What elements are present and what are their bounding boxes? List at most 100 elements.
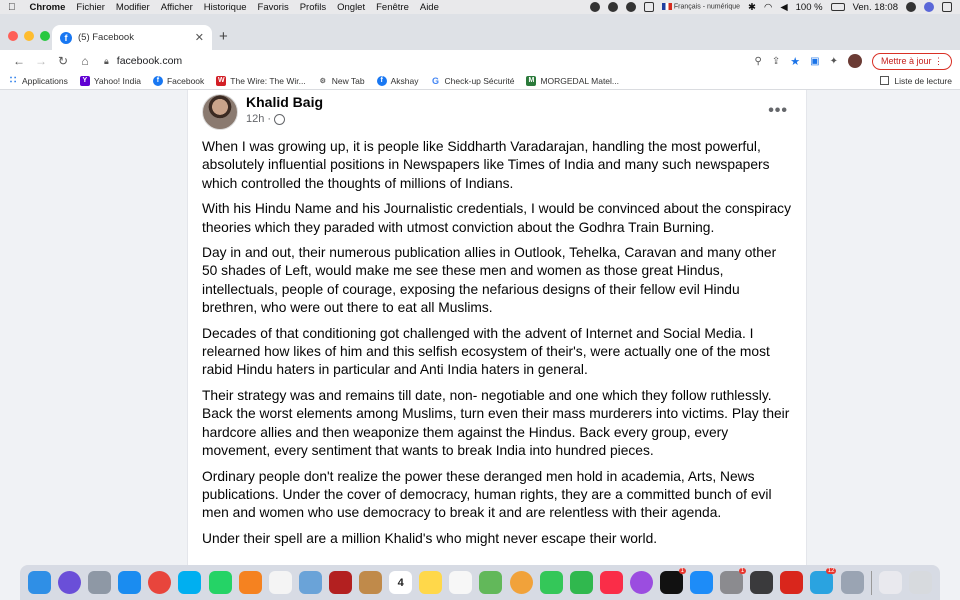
launchpad-icon[interactable] (88, 571, 112, 594)
bookmark-applications[interactable]: ∷ Applications (8, 75, 68, 86)
input-source[interactable]: Français - numérique (661, 3, 740, 11)
telegram-icon[interactable]: 12 (810, 568, 837, 594)
menu-app-name[interactable]: Chrome (30, 2, 66, 13)
tab-title: (5) Facebook (78, 32, 134, 43)
lock-icon[interactable]: 🔒︎ (104, 56, 109, 67)
menu-fichier[interactable]: Fichier (76, 2, 105, 13)
morgedal-icon: M (526, 75, 537, 86)
extension-icon[interactable]: ▣ (810, 56, 819, 67)
calendar-icon[interactable]: 4 (389, 571, 413, 594)
globe-icon[interactable] (274, 113, 286, 125)
minimize-window-button[interactable] (24, 31, 34, 41)
music-icon[interactable] (599, 571, 623, 594)
post-paragraph: Day in and out, their numerous publicati… (202, 245, 777, 316)
check-status-icon[interactable] (607, 2, 618, 12)
bookmark-new-tab[interactable]: ⚙ New Tab (318, 76, 365, 86)
vlc-icon[interactable] (238, 571, 262, 594)
post-body: When I was growing up, it is people like… (202, 138, 794, 555)
more-options-button[interactable]: ••• (768, 102, 788, 120)
reminders-icon[interactable] (449, 571, 473, 594)
menu-historique[interactable]: Historique (204, 2, 247, 13)
menu-onglet[interactable]: Onglet (337, 2, 365, 13)
podcasts-icon[interactable] (629, 571, 653, 594)
update-button[interactable]: Mettre à jour ⋮ (871, 52, 952, 70)
finder-icon[interactable] (28, 571, 51, 594)
close-window-button[interactable] (8, 31, 18, 41)
puzzle-extensions-icon[interactable]: ✦ (830, 56, 838, 67)
safari-icon[interactable] (118, 571, 142, 594)
siri-icon[interactable] (58, 571, 82, 594)
photos-icon[interactable] (509, 571, 533, 594)
search-icon[interactable]: ⚲ (755, 56, 762, 67)
address-bar[interactable]: facebook.com (117, 55, 182, 67)
skype-status-icon[interactable] (589, 2, 600, 12)
profile-avatar[interactable] (847, 54, 862, 68)
post-time[interactable]: 12h (246, 113, 264, 125)
textedit-icon[interactable] (268, 571, 292, 594)
reading-list-button[interactable]: Liste de lecture (880, 76, 952, 86)
battery-percent[interactable]: 100 % (796, 2, 823, 13)
close-tab-icon[interactable]: ✕ (195, 31, 204, 44)
battery-icon[interactable] (830, 3, 845, 11)
bookmark-facebook[interactable]: f Facebook (152, 75, 204, 86)
maps-icon[interactable] (479, 571, 503, 594)
menu-modifier[interactable]: Modifier (116, 2, 150, 13)
app-store-icon[interactable] (690, 571, 714, 594)
back-button[interactable]: ← (8, 54, 30, 68)
messages-icon[interactable] (539, 571, 563, 594)
facetime-icon[interactable] (569, 571, 593, 594)
menu-afficher[interactable]: Afficher (161, 2, 193, 13)
forward-button[interactable]: → (30, 54, 52, 68)
author-name[interactable]: Khalid Baig (246, 94, 323, 110)
menu-favoris[interactable]: Favoris (258, 2, 289, 13)
bookmark-check-up-securite[interactable]: G Check-up Sécurité (431, 75, 515, 86)
home-button[interactable]: ⌂ (74, 54, 96, 68)
photo-booth-icon[interactable] (328, 571, 352, 594)
bookmark-label: Check-up Sécurité (444, 75, 515, 86)
reload-button[interactable]: ↻ (52, 54, 74, 68)
bookmark-the-wire[interactable]: W The Wire: The Wir... (216, 75, 306, 86)
trash-icon[interactable] (908, 571, 932, 594)
zoom-window-button[interactable] (40, 31, 50, 41)
siri-menu-icon[interactable] (924, 2, 934, 12)
bookmark-akshay[interactable]: f Akshay (376, 75, 419, 86)
menu-fenetre[interactable]: Fenêtre (376, 2, 409, 13)
bluetooth-icon[interactable]: ✱ (748, 2, 756, 13)
clock[interactable]: Ven. 18:08 (853, 2, 898, 13)
chrome-icon[interactable] (148, 571, 172, 594)
preview-icon[interactable] (298, 571, 322, 594)
scanner-icon[interactable] (840, 571, 864, 594)
whatsapp-icon[interactable] (208, 571, 232, 594)
wifi-icon[interactable]: ◠ (764, 2, 772, 13)
share-icon[interactable]: ⇪ (772, 56, 780, 67)
quicktime-icon[interactable] (750, 571, 774, 594)
bookmark-yahoo-india[interactable]: Y Yahoo! India (79, 75, 141, 86)
menu-profils[interactable]: Profils (300, 2, 326, 13)
yahoo-icon: Y (79, 75, 90, 86)
bookmark-label: Applications (22, 75, 68, 86)
apple-menu-icon[interactable]:  (8, 2, 16, 13)
spotlight-icon[interactable] (906, 2, 916, 12)
bookmark-star-icon[interactable]: ★ (790, 55, 800, 68)
downloads-stack-icon[interactable] (878, 571, 902, 594)
apple-tv-icon[interactable]: 1 (659, 568, 686, 594)
bookmark-morgedal[interactable]: M MORGEDAL Matel... (526, 75, 619, 86)
notes-icon[interactable] (419, 571, 443, 594)
display-status-icon[interactable] (643, 2, 654, 12)
volume-icon[interactable]: ◀ (780, 2, 787, 13)
post-paragraph: Under their spell are a million Khalid's… (202, 530, 658, 546)
post-header: Khalid Baig 12h · (202, 94, 323, 130)
new-tab-button[interactable]: + (219, 28, 228, 45)
contacts-icon[interactable] (359, 571, 383, 594)
author-avatar[interactable] (202, 94, 238, 130)
facebook-icon: f (152, 75, 163, 86)
lock-status-icon[interactable] (625, 2, 636, 12)
tab-facebook[interactable]: f (5) Facebook ✕ (52, 25, 212, 50)
acrobat-icon[interactable] (780, 571, 804, 594)
control-center-icon[interactable] (942, 2, 952, 12)
skype-icon[interactable] (178, 571, 202, 594)
macos-dock: 4 1 1 12 (20, 565, 940, 600)
menu-aide[interactable]: Aide (420, 2, 439, 13)
system-preferences-icon[interactable]: 1 (720, 568, 747, 594)
macos-menu-bar:  Chrome Fichier Modifier Afficher Histo… (0, 0, 960, 14)
